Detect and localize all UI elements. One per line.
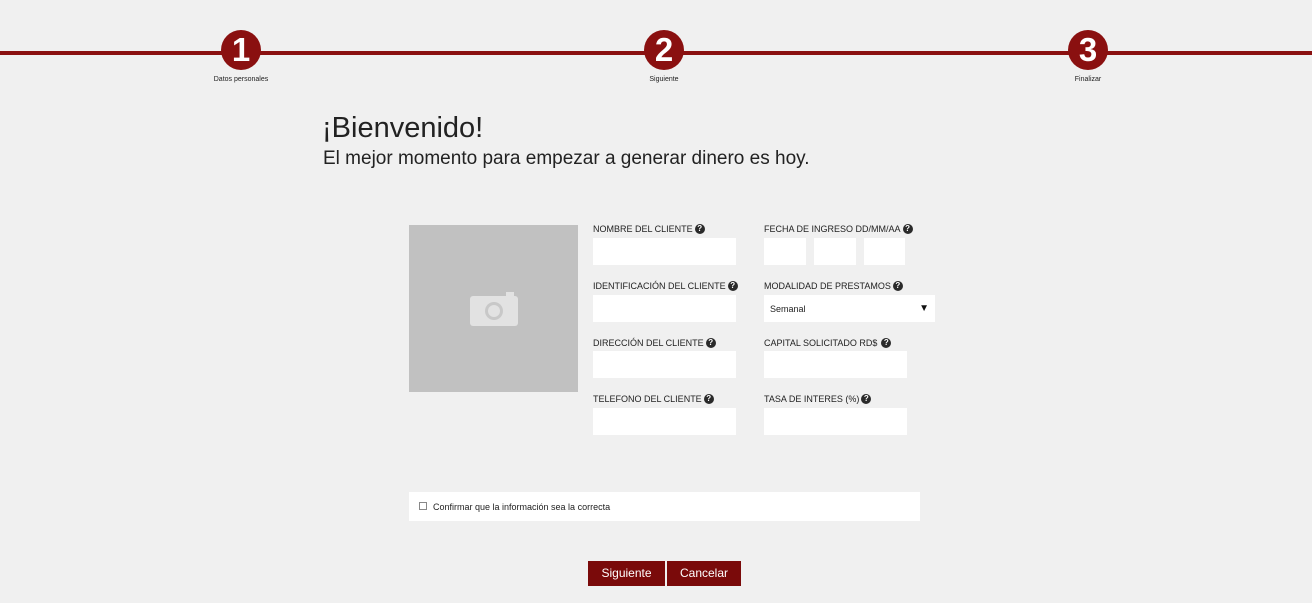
capital-label-text: CAPITAL SOLICITADO RD$ bbox=[764, 338, 878, 348]
step-1[interactable]: 1 Datos personales bbox=[201, 30, 281, 83]
interest-rate-label-text: TASA DE INTERES (%) bbox=[764, 394, 860, 404]
help-icon[interactable]: ? bbox=[902, 224, 913, 234]
client-address-input[interactable] bbox=[593, 351, 736, 378]
entry-date-day-input[interactable] bbox=[764, 238, 806, 265]
page-subtitle: El mejor momento para empezar a generar … bbox=[323, 148, 810, 169]
cancel-button[interactable]: Cancelar bbox=[667, 561, 741, 586]
loan-mode-label-text: MODALIDAD DE PRESTAMOS bbox=[764, 281, 891, 291]
loan-mode-label: MODALIDAD DE PRESTAMOS? bbox=[764, 281, 903, 291]
client-address-label-text: DIRECCIÓN DEL CLIENTE bbox=[593, 338, 704, 348]
confirm-row: Confirmar que la información sea la corr… bbox=[409, 492, 920, 521]
client-id-label: IDENTIFICACIÓN DEL CLIENTE? bbox=[593, 281, 738, 291]
entry-date-year-input[interactable] bbox=[864, 238, 905, 265]
page-title: ¡Bienvenido! bbox=[322, 112, 484, 144]
interest-rate-input[interactable] bbox=[764, 408, 907, 435]
loan-mode-value: Semanal bbox=[770, 303, 806, 314]
camera-icon bbox=[470, 292, 518, 331]
confirm-label: Confirmar que la información sea la corr… bbox=[433, 501, 611, 512]
help-icon[interactable]: ? bbox=[881, 338, 892, 348]
client-name-input[interactable] bbox=[593, 238, 736, 265]
step-3-label: Finalizar bbox=[1074, 76, 1102, 83]
client-id-input[interactable] bbox=[593, 295, 736, 322]
next-button[interactable]: Siguiente bbox=[588, 561, 665, 586]
interest-rate-label: TASA DE INTERES (%)? bbox=[764, 394, 872, 404]
client-name-label-text: NOMBRE DEL CLIENTE bbox=[593, 224, 693, 234]
loan-mode-select[interactable]: Semanal ▼ bbox=[764, 295, 935, 322]
client-photo-upload[interactable] bbox=[409, 225, 578, 392]
help-icon[interactable]: ? bbox=[861, 394, 872, 404]
step-1-label: Datos personales bbox=[213, 76, 269, 83]
confirm-checkbox[interactable] bbox=[419, 502, 427, 510]
step-2[interactable]: 2 Siguiente bbox=[624, 30, 704, 83]
client-phone-label: TELEFONO DEL CLIENTE? bbox=[593, 394, 714, 404]
help-icon[interactable]: ? bbox=[727, 281, 738, 291]
step-1-number: 1 bbox=[221, 30, 261, 70]
client-id-label-text: IDENTIFICACIÓN DEL CLIENTE bbox=[593, 281, 726, 291]
help-icon[interactable]: ? bbox=[703, 394, 714, 404]
entry-date-month-input[interactable] bbox=[814, 238, 856, 265]
step-3-number: 3 bbox=[1068, 30, 1108, 70]
caret-down-icon: ▼ bbox=[919, 303, 929, 314]
entry-date-label-text: FECHA DE INGRESO DD/MM/AA bbox=[764, 224, 901, 234]
client-name-label: NOMBRE DEL CLIENTE? bbox=[593, 224, 705, 234]
help-icon[interactable]: ? bbox=[892, 281, 903, 291]
client-phone-label-text: TELEFONO DEL CLIENTE bbox=[593, 394, 702, 404]
client-phone-input[interactable] bbox=[593, 408, 736, 435]
client-address-label: DIRECCIÓN DEL CLIENTE? bbox=[593, 338, 716, 348]
help-icon[interactable]: ? bbox=[694, 224, 705, 234]
capital-label: CAPITAL SOLICITADO RD$? bbox=[764, 338, 892, 348]
step-3[interactable]: 3 Finalizar bbox=[1048, 30, 1128, 83]
step-2-label: Siguiente bbox=[649, 76, 679, 83]
entry-date-label: FECHA DE INGRESO DD/MM/AA? bbox=[764, 224, 913, 234]
help-icon[interactable]: ? bbox=[705, 338, 716, 348]
capital-input[interactable] bbox=[764, 351, 907, 378]
step-2-number: 2 bbox=[644, 30, 684, 70]
